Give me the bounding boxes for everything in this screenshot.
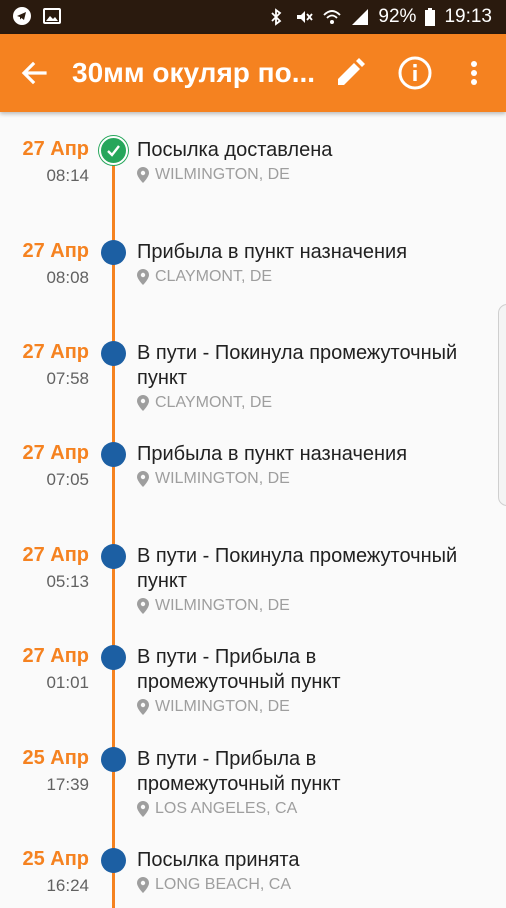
clock: 19:13: [444, 6, 492, 27]
event-status: В пути - Прибыла в промежуточный пункт: [137, 748, 341, 795]
telegram-icon: [13, 7, 31, 25]
app-bar: 30мм окуляр по...: [0, 34, 506, 112]
event-date: 27 Апр: [22, 240, 89, 262]
wifi-icon: [323, 10, 342, 24]
location-pin-icon: [137, 699, 149, 715]
event-location: WILMINGTON, DE: [137, 698, 290, 716]
location-pin-icon: [137, 877, 149, 893]
event-location: LONG BEACH, CA: [137, 876, 291, 894]
event-time: 16:24: [46, 876, 89, 895]
info-icon[interactable]: [397, 55, 433, 91]
status-bar: 92% 19:13: [0, 0, 506, 34]
event-status: Посылка принята: [137, 849, 300, 871]
event-status: Посылка доставлена: [137, 139, 333, 161]
event-location: WILMINGTON, DE: [137, 597, 290, 615]
location-pin-icon: [137, 395, 149, 411]
event-time: 01:01: [46, 673, 89, 692]
status-dot: [101, 240, 126, 265]
event-status: В пути - Покинула промежуточный пункт: [137, 342, 458, 389]
bluetooth-icon: [271, 8, 282, 26]
event-date: 27 Апр: [22, 341, 89, 363]
event-location: LOS ANGELES, CA: [137, 800, 297, 818]
battery-icon: [425, 8, 436, 26]
location-text: WILMINGTON, DE: [155, 470, 290, 487]
event-status: В пути - Покинула промежуточный пункт: [137, 545, 458, 592]
event-location: WILMINGTON, DE: [137, 470, 290, 488]
gallery-icon: [43, 8, 61, 24]
event-date: 27 Апр: [22, 138, 89, 160]
battery-percent: 92%: [378, 6, 417, 27]
event-status: В пути - Прибыла в промежуточный пункт: [137, 646, 341, 693]
location-text: WILMINGTON, DE: [155, 698, 290, 715]
location-pin-icon: [137, 598, 149, 614]
location-text: WILMINGTON, DE: [155, 597, 290, 614]
event-time: 07:05: [46, 470, 89, 489]
event-date: 27 Апр: [22, 645, 89, 667]
event-location: CLAYMONT, DE: [137, 268, 272, 286]
page-title: 30мм окуляр по...: [72, 57, 316, 88]
edge-panel-handle[interactable]: [498, 304, 506, 506]
location-pin-icon: [137, 471, 149, 487]
event-date: 27 Апр: [22, 544, 89, 566]
status-dot: [101, 341, 126, 366]
event-time: 17:39: [46, 775, 89, 794]
location-text: WILMINGTON, DE: [155, 166, 290, 183]
pencil-icon[interactable]: [333, 56, 367, 90]
location-text: LOS ANGELES, CA: [155, 800, 298, 817]
status-dot: [101, 442, 126, 467]
tracking-timeline: 27 Апр 08:14 Посылка доставлена WILMINGT…: [0, 112, 506, 908]
event-status: Прибыла в пункт назначения: [137, 443, 408, 465]
event-status: Прибыла в пункт назначения: [137, 241, 408, 263]
event-time: 05:13: [46, 572, 89, 591]
status-dot: [101, 848, 126, 873]
status-dot: [101, 747, 126, 772]
event-location: WILMINGTON, DE: [137, 166, 290, 184]
event-location: CLAYMONT, DE: [137, 394, 272, 412]
location-pin-icon: [137, 167, 149, 183]
location-text: LONG BEACH, CA: [155, 876, 292, 893]
location-pin-icon: [137, 801, 149, 817]
delivered-check-icon: [99, 136, 128, 165]
more-vert-icon[interactable]: [462, 56, 486, 90]
mute-icon: [297, 11, 314, 23]
event-time: 08:14: [46, 166, 89, 185]
event-time: 07:58: [46, 369, 89, 388]
location-text: CLAYMONT, DE: [155, 394, 273, 411]
location-pin-icon: [137, 269, 149, 285]
signal-icon: [352, 9, 369, 25]
status-dot: [101, 544, 126, 569]
event-time: 08:08: [46, 268, 89, 287]
arrow-back-icon[interactable]: [18, 57, 50, 89]
event-date: 27 Апр: [22, 442, 89, 464]
status-dot: [101, 645, 126, 670]
event-date: 25 Апр: [22, 848, 89, 870]
location-text: CLAYMONT, DE: [155, 268, 273, 285]
event-date: 25 Апр: [22, 747, 89, 769]
